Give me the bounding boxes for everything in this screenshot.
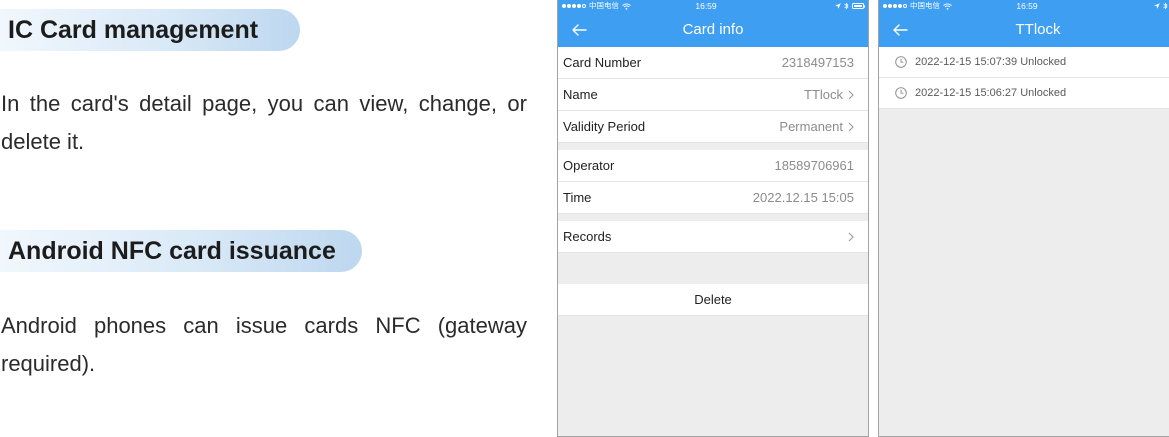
signal-dot: [567, 4, 571, 8]
bluetooth-icon: [844, 2, 849, 10]
section-paragraph: In the card's detail page, you can view,…: [1, 85, 527, 161]
chevron-right-icon: [848, 122, 854, 132]
status-bar-left: 中国电信: [883, 1, 952, 11]
signal-dot: [898, 4, 902, 8]
navigation-bar: 中国电信 16:59 Card info: [558, 0, 868, 47]
signal-dot: [572, 4, 576, 8]
row-value: Permanent: [779, 119, 843, 134]
back-button[interactable]: [892, 23, 908, 37]
bluetooth-icon: [1163, 2, 1168, 10]
row-label: Operator: [563, 158, 615, 173]
paragraph-line: In the card's detail page, you can view,…: [1, 91, 527, 116]
screen-title: Card info: [682, 21, 744, 38]
signal-dot: [888, 4, 892, 8]
signal-dot: [893, 4, 897, 8]
location-arrow-icon: [835, 3, 841, 9]
status-bar-left: 中国电信: [562, 1, 631, 11]
name-row[interactable]: Name TTlock: [558, 79, 868, 111]
carrier-name: 中国电信: [910, 1, 940, 10]
delete-button-label: Delete: [694, 292, 732, 307]
row-value: 2318497153: [781, 55, 854, 70]
clock-icon: [895, 87, 907, 99]
location-arrow-icon: [1154, 3, 1160, 9]
status-bar-right: [835, 1, 866, 11]
section-heading: IC Card management: [8, 16, 259, 44]
status-time: 16:59: [695, 1, 717, 11]
list-item: 2022-12-15 15:07:39 Unlocked: [879, 47, 1169, 78]
card-info-screen: 中国电信 16:59 Card info Card Number 2318497…: [557, 0, 869, 437]
card-info-list: Card Number 2318497153 Name TTlock Valid…: [558, 47, 868, 316]
wifi-icon: [622, 3, 631, 10]
wifi-icon: [943, 3, 952, 10]
paragraph-line: Android phones can issue cards NFC (gate…: [1, 313, 527, 338]
row-label: Validity Period: [563, 119, 646, 134]
section-heading-banner: Android NFC card issuance: [0, 230, 362, 272]
signal-dots-icon: [883, 4, 907, 8]
battery-icon: [852, 3, 866, 9]
navigation-bar: 中国电信 16:59 TTlock: [879, 0, 1169, 47]
validity-period-row[interactable]: Validity Period Permanent: [558, 111, 868, 143]
clock-icon: [895, 56, 907, 68]
signal-dot: [883, 4, 887, 8]
status-bar-right: [1154, 1, 1168, 11]
chevron-right-icon: [848, 232, 854, 242]
signal-dot: [577, 4, 581, 8]
status-time: 16:59: [1016, 1, 1038, 11]
screen-title: TTlock: [1015, 21, 1061, 38]
battery-level-fill: [853, 4, 863, 8]
arrow-left-icon: [892, 24, 908, 36]
signal-dot: [562, 4, 566, 8]
unlock-records-list: 2022-12-15 15:07:39 Unlocked 2022-12-15 …: [879, 47, 1169, 109]
paragraph-line: required).: [1, 351, 96, 376]
section-paragraph: Android phones can issue cards NFC (gate…: [1, 307, 527, 383]
records-row[interactable]: Records: [558, 221, 868, 253]
record-entry-text: 2022-12-15 15:07:39 Unlocked: [915, 56, 1067, 68]
row-label: Time: [563, 190, 592, 205]
row-label: Records: [563, 229, 612, 244]
row-label: Card Number: [563, 55, 642, 70]
paragraph-line: delete it.: [1, 129, 85, 154]
carrier-name: 中国电信: [589, 1, 619, 10]
time-row: Time 2022.12.15 15:05: [558, 182, 868, 214]
record-entry-text: 2022-12-15 15:06:27 Unlocked: [915, 87, 1067, 99]
list-item: 2022-12-15 15:06:27 Unlocked: [879, 78, 1169, 109]
section-heading-banner: IC Card management: [0, 9, 300, 51]
chevron-right-icon: [848, 90, 854, 100]
records-screen: 中国电信 16:59 TTlock 2022-12-15 15:07:39 Un…: [878, 0, 1169, 437]
row-value: 2022.12.15 15:05: [752, 190, 854, 205]
delete-button[interactable]: Delete: [558, 284, 868, 316]
section-heading: Android NFC card issuance: [8, 237, 336, 265]
row-label: Name: [563, 87, 598, 102]
signal-dot: [903, 4, 907, 8]
signal-dot: [582, 4, 586, 8]
row-value: TTlock: [804, 87, 843, 102]
operator-row: Operator 18589706961: [558, 150, 868, 182]
card-number-row: Card Number 2318497153: [558, 47, 868, 79]
row-value: 18589706961: [774, 158, 854, 173]
signal-dots-icon: [562, 4, 586, 8]
